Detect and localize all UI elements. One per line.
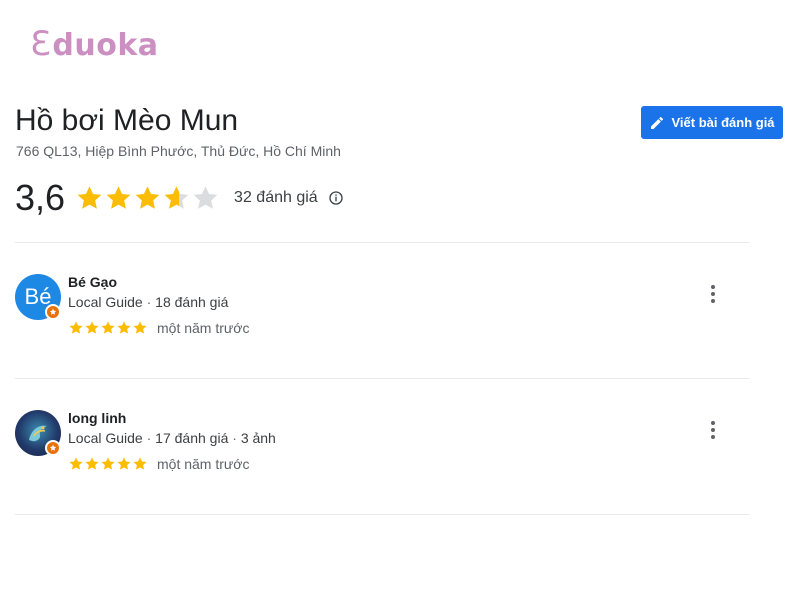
logo-e-glyph: Ɛ [30,24,52,64]
pencil-icon [651,116,664,129]
star-icon [135,185,160,209]
star-icon [133,321,147,334]
star-icon [106,185,131,209]
rating-stars [75,184,220,213]
star-icon [117,457,131,470]
rating-summary: 3,6 32 đánh giá [15,176,344,220]
local-guide-badge-icon [45,304,61,320]
review-time: một năm trước [157,456,250,472]
info-icon[interactable] [328,190,344,206]
meta-separator: · [142,430,156,446]
divider [15,242,749,243]
star-icon [69,321,83,334]
star-icon [117,321,131,334]
review-rating-row: một năm trước [68,320,249,336]
review-item: long linh Local Guide · 17 đánh giá · 3 … [15,410,749,510]
star-icon [85,457,99,470]
reviewer-meta: Local Guide · 17 đánh giá · 3 ảnh [68,430,276,446]
review-stars [68,456,148,472]
star-icon [77,185,102,209]
page: Ɛduoka Hồ bơi Mèo Mun 766 QL13, Hiệp Bìn… [0,0,800,600]
star-icon [101,321,115,334]
logo-text: duoka [52,28,159,63]
star-icon [164,185,189,209]
reviewer-name[interactable]: long linh [68,410,126,426]
reviewer-name[interactable]: Bé Gạo [68,274,117,290]
reviewer-meta: Local Guide · 18 đánh giá [68,294,228,310]
review-rating-row: một năm trước [68,456,249,472]
reviewer-review-count: 18 đánh giá [155,294,229,310]
reviewer-role: Local Guide [68,294,143,310]
star-icon [133,457,147,470]
star-icon [193,185,218,209]
reviewer-role: Local Guide [68,430,143,446]
eduoka-logo: Ɛduoka [30,24,159,64]
more-vert-icon[interactable] [703,282,723,306]
review-time: một năm trước [157,320,250,336]
place-address: 766 QL13, Hiệp Bình Phước, Thủ Đức, Hồ C… [16,143,341,159]
divider [15,378,749,379]
review-item: Bé Bé Gạo Local Guide · 18 đánh giá một … [15,274,749,374]
star-icon [85,321,99,334]
write-review-label: Viết bài đánh giá [671,115,775,130]
review-stars [68,320,148,336]
star-icon [101,457,115,470]
star-icon [69,457,83,470]
rating-count[interactable]: 32 đánh giá [234,189,318,207]
write-review-button[interactable]: Viết bài đánh giá [641,106,783,139]
reviewer-photo-count: 3 ảnh [240,430,276,446]
divider [15,514,749,515]
local-guide-badge-icon [45,440,61,456]
meta-separator: · [142,294,156,310]
rating-score: 3,6 [15,177,66,218]
place-title: Hồ bơi Mèo Mun [15,104,239,137]
more-vert-icon[interactable] [703,418,723,442]
reviewer-review-count: 17 đánh giá [155,430,229,446]
meta-separator: · [228,430,241,446]
